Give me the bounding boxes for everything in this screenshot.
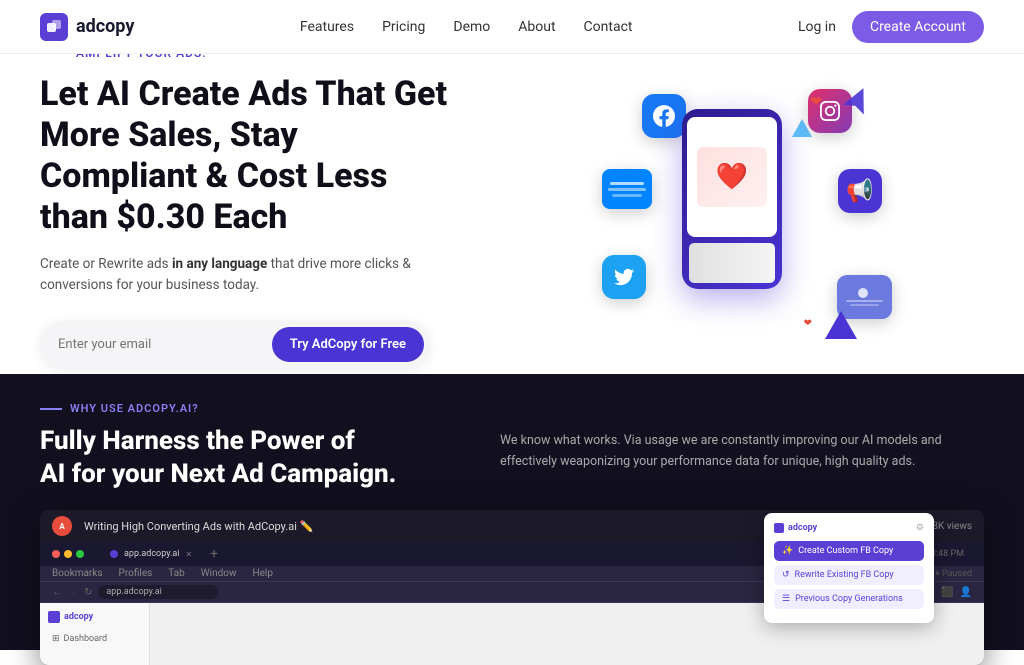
browser-menu-profiles[interactable]: Profiles (119, 568, 153, 579)
logo-icon (40, 13, 68, 41)
video-title: Writing High Converting Ads with AdCopy.… (84, 520, 763, 533)
hero-headline: Let AI Create Ads That Get More Sales, S… (40, 74, 520, 237)
back-button[interactable]: ← (52, 587, 62, 598)
header-actions: Log in Create Account (798, 11, 984, 43)
previous-generations-button[interactable]: ☰ Previous Copy Generations (774, 589, 924, 609)
section2-top: WHY USE ADCOPY.AI? Fully Harness the Pow… (40, 402, 984, 490)
hero-subtext: Create or Rewrite ads in any language th… (40, 254, 420, 297)
heart-decoration: ❤ (810, 94, 822, 110)
new-tab-button[interactable]: + (210, 546, 218, 562)
section2-headline: Fully Harness the Power of AI for your N… (40, 425, 440, 490)
hero-sub-bold: in any language (172, 256, 267, 272)
hero-eyebrow: AMPLIFY YOUR ADS. (40, 54, 520, 60)
section2: WHY USE ADCOPY.AI? Fully Harness the Pow… (0, 374, 1024, 650)
login-button[interactable]: Log in (798, 19, 836, 35)
email-form: Try AdCopy for Free (40, 321, 430, 368)
hero-eyebrow-text: AMPLIFY YOUR ADS. (76, 54, 207, 60)
paused-badge: ⏸ Paused (935, 569, 972, 579)
main-nav: Features Pricing Demo About Contact (300, 19, 633, 35)
adcopy-popup: adcopy ⚙ ✨ Create Custom FB Copy ↺ Rewri… (764, 513, 934, 623)
tab-favicon (110, 550, 118, 558)
sidebar-dashboard[interactable]: ⊞ Dashboard (48, 631, 141, 647)
header: adcopy Features Pricing Demo About Conta… (0, 0, 1024, 54)
close-window-button[interactable] (52, 550, 60, 558)
active-browser-tab[interactable]: app.adcopy.ai ✕ (100, 547, 202, 561)
rewrite-fb-copy-label: Rewrite Existing FB Copy (795, 570, 894, 580)
address-input[interactable] (98, 585, 218, 599)
popup-logo-label: adcopy (788, 523, 817, 533)
popup-logo-icon (774, 523, 784, 533)
browser-menu-window[interactable]: Window (201, 568, 237, 579)
section2-left: WHY USE ADCOPY.AI? Fully Harness the Pow… (40, 402, 440, 490)
email-input[interactable] (58, 337, 272, 352)
forward-button[interactable]: → (68, 587, 78, 598)
create-account-button[interactable]: Create Account (852, 11, 984, 43)
browser-menu-tab[interactable]: Tab (168, 568, 184, 579)
sidebar-logo-text: adcopy (64, 612, 93, 622)
hero-headline-line4: than $0.30 Each (40, 197, 287, 237)
nav-features[interactable]: Features (300, 19, 354, 35)
phone-screen: ❤️ (687, 117, 777, 237)
video-title-text: Writing High Converting Ads with AdCopy.… (84, 520, 313, 533)
message-icon (602, 169, 652, 209)
create-fb-copy-button[interactable]: ✨ Create Custom FB Copy (774, 541, 924, 561)
triangle-decoration-2 (792, 119, 812, 137)
try-free-button[interactable]: Try AdCopy for Free (272, 327, 424, 362)
tab-close-button[interactable]: ✕ (185, 550, 192, 559)
facebook-icon (642, 94, 686, 138)
speaker-icon: 📢 (838, 169, 882, 213)
create-icon: ✨ (782, 546, 793, 556)
nav-contact[interactable]: Contact (584, 19, 633, 35)
popup-logo-text: adcopy (774, 523, 817, 533)
section2-headline-line2: AI for your Next Ad Campaign. (40, 459, 396, 489)
browser-mockup: A Writing High Converting Ads with AdCop… (40, 510, 984, 665)
section2-body: We know what works. Via usage we are con… (500, 402, 984, 490)
hero-left: AMPLIFY YOUR ADS. Let AI Create Ads That… (40, 54, 520, 374)
section2-body-text: We know what works. Via usage we are con… (500, 430, 984, 473)
grid-icon: ⊞ (52, 634, 60, 644)
create-fb-copy-label: Create Custom FB Copy (798, 546, 893, 556)
hero-right: ❤️ 📢 (520, 79, 984, 359)
browser-menu-help[interactable]: Help (252, 568, 272, 579)
popup-settings-icon[interactable]: ⚙ (916, 523, 924, 533)
triangle-decoration-1 (825, 311, 857, 339)
extensions-icon: ⬛ (941, 587, 953, 598)
hero-headline-line1: Let AI Create Ads That Get (40, 74, 447, 114)
hero-headline-line3: Compliant & Cost Less (40, 156, 387, 196)
previous-generations-label: Previous Copy Generations (795, 594, 903, 604)
hero-section: AMPLIFY YOUR ADS. Let AI Create Ads That… (0, 54, 1024, 374)
rewrite-icon: ↺ (782, 570, 790, 580)
maximize-window-button[interactable] (76, 550, 84, 558)
hero-headline-line2: More Sales, Stay (40, 115, 298, 155)
twitter-icon (602, 255, 646, 299)
phone-mockup: ❤️ (682, 109, 782, 289)
video-channel-avatar: A (52, 516, 72, 536)
list-icon: ☰ (782, 594, 790, 604)
section2-eyebrow-text: WHY USE ADCOPY.AI? (70, 402, 199, 415)
window-controls (52, 550, 84, 558)
browser-menu-home[interactable]: Bookmarks (52, 568, 103, 579)
section2-headline-line1: Fully Harness the Power of (40, 426, 355, 456)
browser-content: adcopy ⊞ Dashboard adcopy ⚙ ✨ (40, 603, 984, 665)
small-heart-decoration: ❤ (804, 318, 812, 329)
hero-sub-pre: Create or Rewrite ads (40, 256, 172, 272)
hero-illustration: ❤️ 📢 (592, 89, 912, 349)
dashboard-label: Dashboard (64, 634, 108, 644)
sidebar-logo: adcopy (48, 611, 141, 623)
sidebar-logo-icon (48, 611, 60, 623)
nav-demo[interactable]: Demo (453, 19, 490, 35)
rewrite-fb-copy-button[interactable]: ↺ Rewrite Existing FB Copy (774, 565, 924, 585)
browser-sidebar: adcopy ⊞ Dashboard (40, 603, 150, 665)
logo[interactable]: adcopy (40, 13, 134, 41)
nav-pricing[interactable]: Pricing (382, 19, 425, 35)
minimize-window-button[interactable] (64, 550, 72, 558)
nav-about[interactable]: About (518, 19, 555, 35)
profile-icon: 👤 (960, 587, 972, 598)
section2-eyebrow: WHY USE ADCOPY.AI? (40, 402, 440, 415)
logo-text: adcopy (76, 16, 134, 37)
tab-title: app.adcopy.ai (124, 549, 179, 559)
eyebrow-line2 (40, 408, 62, 410)
popup-header: adcopy ⚙ (774, 523, 924, 533)
refresh-button[interactable]: ↻ (84, 587, 92, 598)
